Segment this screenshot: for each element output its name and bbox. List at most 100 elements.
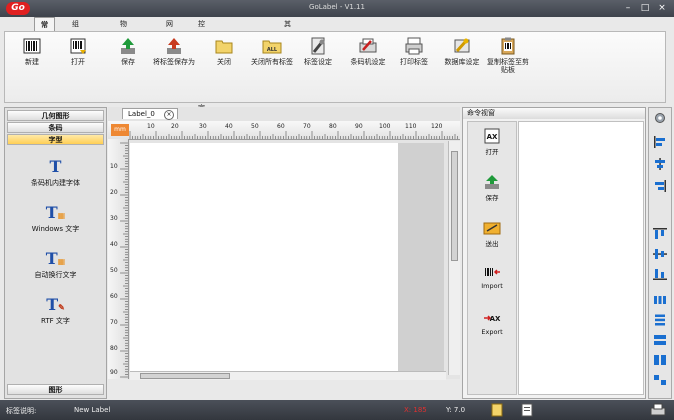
align-top-icon[interactable] (653, 228, 667, 240)
horizontal-scrollbar[interactable] (130, 371, 446, 380)
vertical-scroll-thumb[interactable] (451, 151, 458, 261)
close-icon[interactable]: × (654, 2, 670, 14)
same-size-icon[interactable] (653, 374, 667, 386)
open-label: 打开 (71, 58, 85, 66)
database-settings-button[interactable]: 数据库设定 (439, 36, 485, 66)
distribute-horizontal-icon[interactable] (653, 294, 667, 306)
horizontal-ruler: mm 10 20 30 40 50 60 70 80 90 100 110 12… (108, 121, 460, 140)
save-as-button[interactable]: 将标签保存为 (151, 36, 197, 66)
tab-component-control[interactable]: 组件控制 (66, 17, 85, 70)
printer-settings-button[interactable]: 条码机设定 (345, 36, 391, 66)
printer-font-label: 条码机内建字体 (31, 179, 80, 187)
vertical-scrollbar[interactable] (448, 141, 460, 375)
distribute-vertical-icon[interactable] (653, 314, 667, 326)
windows-text-icon: T▦ (45, 203, 66, 222)
v-tick-50: 50 (110, 267, 118, 274)
category-barcode[interactable]: 条码 (7, 122, 104, 133)
database-settings-icon (454, 38, 470, 53)
status-page-icon[interactable] (490, 403, 504, 417)
wrap-text-tool[interactable]: T▦ 自动换行文字 (5, 250, 106, 280)
y-coordinate: Y: 7.0 (446, 406, 466, 414)
cmd-send-button[interactable]: 送出 (468, 220, 516, 248)
x-coordinate: X: 185 (404, 406, 427, 414)
label-settings-icon (311, 37, 325, 55)
h-tick-20: 20 (171, 123, 179, 130)
cmd-send-label: 送出 (485, 240, 499, 248)
printer-settings-icon (359, 38, 377, 53)
new-label: 新建 (25, 58, 39, 66)
cmd-export-button[interactable]: AX Export (468, 310, 516, 336)
save-icon (121, 38, 135, 54)
label-settings-button[interactable]: 标签设定 (295, 36, 341, 66)
tab-close-icon[interactable]: × (164, 110, 174, 120)
new-button[interactable]: 新建 (9, 36, 55, 66)
command-panel: 命令视窗 AX 打开 保存 送出 Import AX Export (462, 107, 646, 399)
import-icon (485, 268, 500, 276)
v-tick-20: 20 (110, 189, 118, 196)
svg-text:ALL: ALL (267, 47, 278, 53)
tab-grid[interactable]: 网格 (160, 17, 179, 42)
print-label: 打印标签 (400, 58, 428, 66)
category-graphics[interactable]: 图形 (7, 384, 104, 395)
command-panel-title: 命令视窗 (463, 108, 645, 119)
copy-to-clipboard-button[interactable]: 复制标签至剪贴板 (485, 36, 531, 74)
cmd-open-button[interactable]: AX 打开 (468, 128, 516, 156)
align-right-icon[interactable] (653, 180, 667, 192)
settings-gear-icon[interactable] (653, 112, 667, 124)
cmd-save-icon (485, 175, 499, 189)
text-t-icon: T (49, 157, 62, 176)
same-width-icon[interactable] (653, 334, 667, 346)
copy-clipboard-icon (501, 37, 515, 55)
minimize-icon[interactable]: – (620, 2, 636, 14)
close-all-label: 关闭所有标签 (251, 58, 293, 66)
align-left-icon[interactable] (653, 136, 667, 148)
tab-object-align[interactable]: 物件对齐 (114, 17, 133, 70)
tab-other[interactable]: 其他 (278, 17, 297, 42)
rtf-text-label: RTF 文字 (41, 317, 70, 325)
v-tick-60: 60 (110, 293, 118, 300)
tab-control-params[interactable]: 控制及参数设定 (192, 17, 211, 112)
windows-text-tool[interactable]: T▦ Windows 文字 (5, 204, 106, 234)
tab-common[interactable]: 常用 (34, 17, 55, 43)
open-button[interactable]: 打开 (55, 36, 101, 66)
cmd-save-button[interactable]: 保存 (468, 174, 516, 202)
close-button[interactable]: 关闭 (201, 36, 247, 66)
barcode-new-icon (23, 38, 41, 54)
printer-font-tool[interactable]: T 条码机内建字体 (5, 158, 106, 188)
document-tab-label: Label_0 (128, 110, 155, 118)
svg-text:AX: AX (490, 315, 501, 323)
close-all-button[interactable]: ALL 关闭所有标签 (249, 36, 295, 66)
print-button[interactable]: 打印标签 (391, 36, 437, 66)
save-as-label: 将标签保存为 (153, 58, 195, 66)
h-tick-60: 60 (277, 123, 285, 130)
wrap-text-label: 自动换行文字 (34, 271, 77, 279)
h-tick-70: 70 (303, 123, 311, 130)
label-description-caption: 标签说明: (6, 407, 37, 415)
document-tab[interactable]: Label_0 × (122, 108, 178, 120)
save-button[interactable]: 保存 (105, 36, 151, 66)
horizontal-scroll-thumb[interactable] (140, 373, 230, 379)
align-middle-icon[interactable] (653, 248, 667, 260)
export-icon: AX (484, 315, 501, 323)
v-tick-80: 80 (110, 345, 118, 352)
maximize-icon[interactable]: □ (637, 2, 653, 14)
wrap-text-icon: T▦ (45, 249, 66, 268)
status-printer-icon[interactable] (650, 403, 666, 417)
vertical-ruler-ticks (120, 142, 128, 378)
category-geometry[interactable]: 几何图形 (7, 110, 104, 121)
align-center-icon[interactable] (653, 158, 667, 170)
command-view[interactable] (518, 121, 644, 395)
rtf-text-tool[interactable]: T✎ RTF 文字 (5, 296, 106, 326)
align-bottom-icon[interactable] (653, 268, 667, 280)
label-canvas[interactable] (130, 143, 398, 371)
category-font[interactable]: 字型 (7, 134, 104, 145)
cmd-import-button[interactable]: Import (468, 264, 516, 290)
same-height-icon[interactable] (653, 354, 667, 366)
status-doc-icon[interactable] (520, 403, 534, 417)
cmd-export-label: Export (481, 328, 503, 336)
status-bar: 标签说明: New Label X: 185 Y: 7.0 (0, 400, 674, 420)
database-settings-label: 数据库设定 (444, 58, 480, 66)
h-tick-10: 10 (147, 123, 155, 130)
print-icon (405, 37, 423, 55)
h-tick-40: 40 (225, 123, 233, 130)
